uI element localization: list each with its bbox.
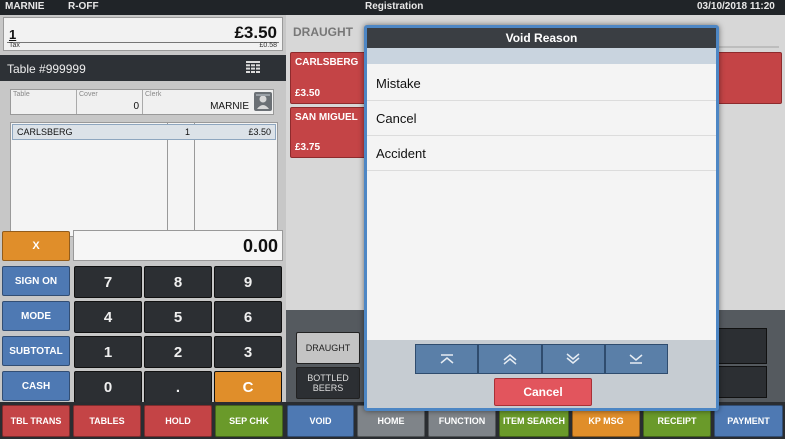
key-1[interactable]: 1 (74, 336, 142, 368)
table-number: Table #999999 (7, 62, 86, 76)
cover-field: Cover 0 (77, 90, 143, 114)
reason-accident[interactable]: Accident (367, 136, 716, 171)
order-info-row: Table Cover 0 Clerk MARNIE (10, 89, 274, 115)
person-icon[interactable] (254, 92, 272, 111)
order-panel: 1 £3.50 Tax £0.58 Table #999999 Table Co… (0, 15, 286, 403)
mode-button[interactable]: MODE (2, 301, 70, 331)
reason-cancel[interactable]: Cancel (367, 101, 716, 136)
category-bottled-beers-button[interactable]: BOTTLED BEERS (296, 367, 360, 399)
list-navigation (415, 344, 668, 374)
key-8[interactable]: 8 (144, 266, 212, 298)
order-item-name: CARLSBERG (17, 127, 73, 137)
subtotal-button[interactable]: SUBTOTAL (2, 336, 70, 366)
clerk-field: Clerk MARNIE (145, 91, 249, 112)
screen-title: Registration (365, 1, 424, 12)
tbl-trans-button[interactable]: TBL TRANS (2, 405, 70, 437)
key-5[interactable]: 5 (144, 301, 212, 333)
page-up-icon[interactable] (478, 344, 542, 374)
order-item-row[interactable]: CARLSBERG 1 £3.50 (12, 124, 276, 140)
key-7[interactable]: 7 (74, 266, 142, 298)
reason-mistake[interactable]: Mistake (367, 66, 716, 101)
void-button[interactable]: VOID (287, 405, 354, 437)
cancel-button[interactable]: Cancel (494, 378, 592, 406)
entry-value: 0.00 (242, 236, 278, 256)
dialog-footer: Cancel (367, 340, 716, 408)
key-9[interactable]: 9 (214, 266, 282, 298)
product-button-carlsberg[interactable]: CARLSBERG £3.50 (290, 52, 366, 104)
entry-display: 0.00 (73, 230, 283, 261)
datetime: 03/10/2018 11:20 (697, 1, 775, 12)
category-draught-button[interactable]: DRAUGHT (296, 332, 360, 364)
grid-list-icon[interactable] (246, 61, 260, 73)
order-item-list: CARLSBERG 1 £3.50 (10, 122, 278, 237)
key-3[interactable]: 3 (214, 336, 282, 368)
key-0[interactable]: 0 (74, 371, 142, 403)
dialog-title: Void Reason (367, 28, 716, 48)
hold-button[interactable]: HOLD (144, 405, 212, 437)
order-total-box: 1 £3.50 Tax £0.58 (3, 17, 283, 51)
current-user: MARNIE (5, 1, 45, 12)
key-clear[interactable]: C (214, 371, 282, 403)
page-down-icon[interactable] (541, 344, 605, 374)
key-4[interactable]: 4 (74, 301, 142, 333)
first-page-icon[interactable] (415, 344, 479, 374)
key-6[interactable]: 6 (214, 301, 282, 333)
void-reason-dialog: Void Reason Mistake Cancel Accident Canc… (364, 25, 719, 411)
order-item-qty: 1 (185, 127, 191, 137)
sign-on-button[interactable]: SIGN ON (2, 266, 70, 296)
category-title: DRAUGHT (293, 25, 353, 39)
key-decimal[interactable]: . (144, 371, 212, 403)
clear-entry-button[interactable]: X (2, 231, 70, 261)
payment-button[interactable]: PAYMENT (714, 405, 783, 437)
tables-button[interactable]: TABLES (73, 405, 141, 437)
table-bar[interactable]: Table #999999 (0, 55, 286, 81)
top-bar: MARNIE R-OFF Registration 03/10/2018 11:… (0, 0, 785, 15)
register-mode: R-OFF (68, 1, 99, 12)
last-page-icon[interactable] (604, 344, 668, 374)
key-2[interactable]: 2 (144, 336, 212, 368)
cash-button[interactable]: CASH (2, 371, 70, 401)
total-amount: £3.50 (234, 23, 277, 42)
table-field: Table (11, 90, 77, 114)
order-item-price: £3.50 (248, 127, 271, 137)
tax-value: £0.58 (259, 42, 277, 49)
total-quantity: 1 (9, 27, 17, 42)
product-button-san-miguel[interactable]: SAN MIGUEL £3.75 (290, 107, 366, 158)
product-button[interactable] (716, 52, 782, 104)
tax-label: Tax (9, 42, 20, 49)
sep-chk-button[interactable]: SEP CHK (215, 405, 283, 437)
